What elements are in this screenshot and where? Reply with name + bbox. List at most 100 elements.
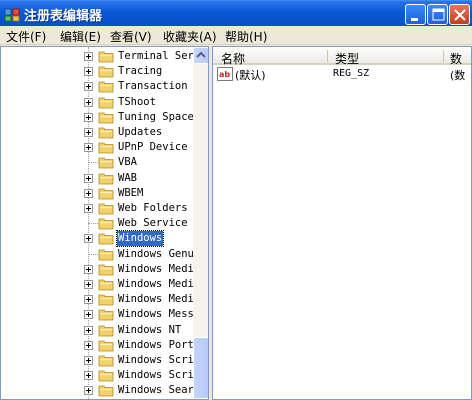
tree-item-label: Windows Messe bbox=[118, 308, 201, 320]
column-divider[interactable] bbox=[327, 50, 328, 62]
list-header: 名称 类型 数 bbox=[213, 47, 471, 67]
close-button[interactable] bbox=[449, 4, 470, 25]
scroll-thumb[interactable] bbox=[193, 337, 208, 399]
chevron-up-icon bbox=[196, 51, 206, 58]
maximize-button[interactable] bbox=[427, 4, 448, 25]
tree-item[interactable]: Windows Media bbox=[1, 262, 200, 277]
menu-edit[interactable]: 编辑(E) bbox=[60, 28, 101, 45]
tree-item-label: Updates bbox=[118, 126, 163, 138]
list-item[interactable]: ab (默认) REG_SZ (数 bbox=[213, 66, 471, 82]
tree-item-label: Web Service P bbox=[118, 217, 201, 229]
folder-open-icon bbox=[98, 233, 114, 245]
expand-plus-icon[interactable] bbox=[84, 371, 93, 380]
folder-icon bbox=[98, 309, 114, 321]
tree-item[interactable]: Windows Media bbox=[1, 292, 200, 307]
tree-item-label: UPnP Device H bbox=[118, 141, 201, 153]
tree-item[interactable]: Terminal Serv bbox=[1, 49, 200, 64]
folder-icon bbox=[98, 370, 114, 382]
menu-help[interactable]: 帮助(H) bbox=[225, 28, 267, 45]
expand-plus-icon[interactable] bbox=[84, 356, 93, 365]
tree-item[interactable]: Windows Genui bbox=[1, 247, 200, 262]
tree-item[interactable]: Transaction S bbox=[1, 79, 200, 94]
expand-plus-icon[interactable] bbox=[84, 386, 93, 395]
scroll-up-button[interactable] bbox=[193, 47, 208, 64]
folder-icon bbox=[98, 51, 114, 63]
expand-plus-icon[interactable] bbox=[84, 82, 93, 91]
folder-icon bbox=[98, 279, 114, 291]
tree-item-label: Terminal Serv bbox=[118, 50, 201, 62]
tree-item[interactable]: Web Service P bbox=[1, 216, 200, 231]
tree-item[interactable]: WAB bbox=[1, 171, 193, 186]
column-header-name[interactable]: 名称 bbox=[221, 50, 245, 67]
expand-plus-icon[interactable] bbox=[84, 174, 93, 183]
tree-item[interactable]: Windows Scrip bbox=[1, 368, 200, 383]
tree-item[interactable]: UPnP Device H bbox=[1, 140, 200, 155]
column-header-type[interactable]: 类型 bbox=[335, 50, 359, 67]
folder-icon bbox=[98, 112, 114, 124]
tree-item[interactable]: Tracing bbox=[1, 64, 193, 79]
expand-plus-icon[interactable] bbox=[84, 67, 93, 76]
tree-item[interactable]: Windows Messe bbox=[1, 307, 200, 322]
tree-item[interactable]: Web Folders bbox=[1, 201, 193, 216]
tree-item[interactable]: Tuning Spaces bbox=[1, 110, 200, 125]
folder-icon bbox=[98, 66, 114, 78]
expand-plus-icon[interactable] bbox=[84, 143, 93, 152]
string-value-icon: ab bbox=[217, 67, 233, 81]
tree-item[interactable]: TShoot bbox=[1, 95, 193, 110]
column-header-data[interactable]: 数 bbox=[450, 50, 462, 67]
tree-item[interactable]: Windows bbox=[1, 230, 193, 247]
tree-item-label: TShoot bbox=[118, 96, 156, 108]
expand-plus-icon[interactable] bbox=[84, 341, 93, 350]
tree-item[interactable]: Windows Searc bbox=[1, 383, 200, 398]
tree-item[interactable]: WBEM bbox=[1, 186, 193, 201]
expand-plus-icon[interactable] bbox=[84, 234, 93, 243]
folder-icon bbox=[98, 218, 114, 230]
tree-item[interactable]: Updates bbox=[1, 125, 193, 140]
folder-icon bbox=[98, 325, 114, 337]
expand-plus-icon[interactable] bbox=[84, 128, 93, 137]
tree-item-label: Windows Media bbox=[118, 278, 201, 290]
expand-plus-icon[interactable] bbox=[84, 265, 93, 274]
tree-item[interactable]: Windows Media bbox=[1, 277, 200, 292]
folder-icon bbox=[98, 355, 114, 367]
expand-plus-icon[interactable] bbox=[84, 326, 93, 335]
expand-plus-icon[interactable] bbox=[84, 310, 93, 319]
expand-plus-icon[interactable] bbox=[84, 295, 93, 304]
tree-item-label: VBA bbox=[118, 156, 137, 168]
expand-plus-icon[interactable] bbox=[84, 52, 93, 61]
tree-item[interactable]: VBA bbox=[1, 155, 193, 170]
tree-item-label: Windows Media bbox=[118, 293, 201, 305]
folder-icon bbox=[98, 188, 114, 200]
tree-item[interactable]: Windows Scrip bbox=[1, 353, 200, 368]
tree-item-label: Windows Searc bbox=[118, 384, 201, 396]
tree-vertical-scrollbar[interactable] bbox=[193, 47, 208, 399]
menu-bar: 文件(F) 编辑(E) 查看(V) 收藏夹(A) 帮助(H) bbox=[0, 26, 472, 45]
minimize-button[interactable] bbox=[405, 4, 426, 25]
tree-item-label: Windows bbox=[115, 230, 165, 247]
regedit-app-icon bbox=[4, 8, 20, 22]
tree-item[interactable]: Windows Porta bbox=[1, 338, 200, 353]
expand-plus-icon[interactable] bbox=[84, 98, 93, 107]
title-bar[interactable]: 注册表编辑器 bbox=[0, 0, 472, 26]
registry-values-pane[interactable]: 名称 类型 数 ab (默认) REG_SZ (数 bbox=[212, 46, 472, 400]
folder-icon bbox=[98, 173, 114, 185]
registry-tree-pane[interactable]: Terminal Serv Tracing Transaction S TShoot T… bbox=[0, 46, 209, 400]
folder-icon bbox=[98, 127, 114, 139]
tree-item-label: Windows NT bbox=[118, 324, 182, 336]
expand-plus-icon[interactable] bbox=[84, 189, 93, 198]
tree-item-label: WBEM bbox=[118, 187, 144, 199]
expand-plus-icon[interactable] bbox=[84, 204, 93, 213]
menu-view[interactable]: 查看(V) bbox=[110, 28, 152, 45]
folder-icon bbox=[98, 385, 114, 397]
menu-file[interactable]: 文件(F) bbox=[6, 28, 46, 45]
folder-icon bbox=[98, 142, 114, 154]
column-divider[interactable] bbox=[443, 50, 444, 62]
tree-item-label: Windows Genui bbox=[118, 248, 201, 260]
expand-plus-icon[interactable] bbox=[84, 113, 93, 122]
tree-item-label: Windows Media bbox=[118, 263, 201, 275]
folder-icon bbox=[98, 294, 114, 306]
tree-item-label: Tuning Spaces bbox=[118, 111, 201, 123]
expand-plus-icon[interactable] bbox=[84, 280, 93, 289]
tree-item[interactable]: Windows NT bbox=[1, 323, 193, 338]
menu-favorites[interactable]: 收藏夹(A) bbox=[163, 28, 217, 45]
